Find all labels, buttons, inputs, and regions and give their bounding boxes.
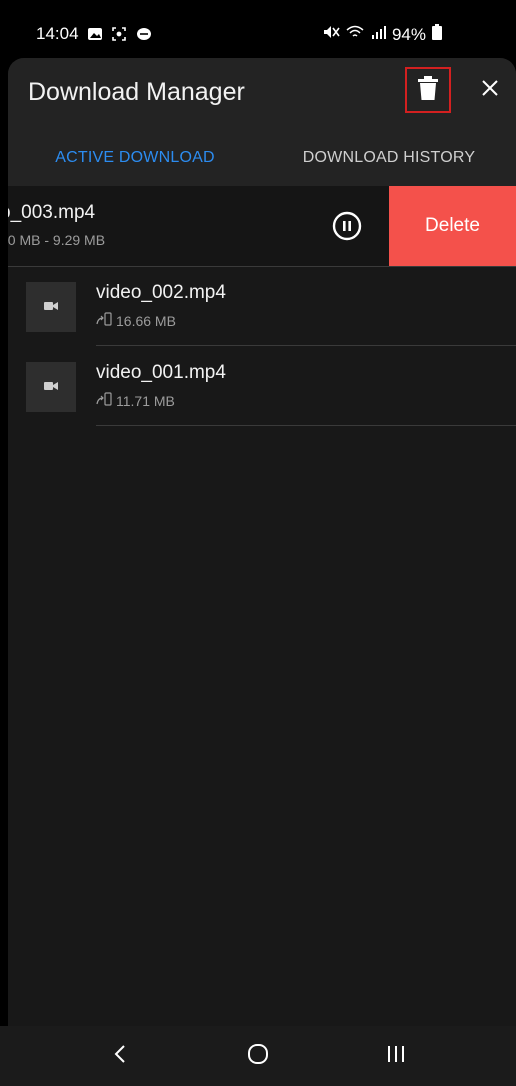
file-name: video_002.mp4 [96,282,226,303]
trash-icon [418,75,438,105]
app-bar: Download Manager [8,58,516,130]
delete-all-button[interactable] [405,67,451,113]
delete-button[interactable]: Delete [389,186,516,266]
recents-icon [386,1044,406,1069]
back-icon [113,1044,127,1069]
file-meta: 11.71 MB [96,392,175,409]
screenshot-icon [111,26,127,42]
status-right: 94% [322,24,442,45]
tab-active-download[interactable]: ACTIVE DOWNLOAD [8,130,262,186]
battery-icon [432,24,442,45]
home-icon [246,1042,270,1071]
battery-level: 94% [391,24,426,44]
video-icon [44,298,58,316]
close-button[interactable] [472,72,508,108]
page-title: Download Manager [28,78,245,106]
wifi-icon [346,24,364,45]
signal-icon [370,24,386,45]
navigation-bar [0,1026,516,1086]
delete-label: Delete [425,215,480,236]
file-progress: 00 MB - 9.29 MB [8,232,106,248]
download-item[interactable]: video_001.mp4 11.71 MB [8,346,516,426]
saved-to-device-icon [96,392,112,409]
status-bar: 14:04 94% [0,0,516,56]
video-thumbnail [26,282,76,332]
download-item-swiped[interactable]: o_003.mp4 00 MB - 9.29 MB Delete [8,186,516,267]
tab-bar: ACTIVE DOWNLOAD DOWNLOAD HISTORY [8,130,516,258]
divider [96,425,516,426]
close-icon [481,79,499,102]
recents-button[interactable] [366,1036,426,1076]
status-time: 14:04 [36,24,79,43]
video-thumbnail [26,362,76,412]
file-name: o_003.mp4 [8,202,96,223]
tab-download-history[interactable]: DOWNLOAD HISTORY [262,130,516,186]
mute-icon [322,24,340,45]
video-icon [44,378,58,396]
home-button[interactable] [228,1036,288,1076]
tab-label: DOWNLOAD HISTORY [302,149,476,166]
status-left: 14:04 [36,24,153,44]
download-manager-sheet: Download Manager ACTIVE DOWNLOAD DOWNLOA… [8,58,516,1026]
chat-icon [135,26,153,42]
saved-to-device-icon [96,312,112,329]
download-item[interactable]: video_002.mp4 16.66 MB [8,266,516,346]
tab-label: ACTIVE DOWNLOAD [55,149,215,166]
file-meta: 16.66 MB [96,312,176,329]
back-button[interactable] [90,1036,150,1076]
file-size: 11.71 MB [116,392,175,409]
file-name: video_001.mp4 [96,362,226,383]
pause-icon [331,211,363,246]
pause-button[interactable] [331,210,363,242]
gallery-icon [87,26,103,42]
file-size: 16.66 MB [116,312,176,329]
